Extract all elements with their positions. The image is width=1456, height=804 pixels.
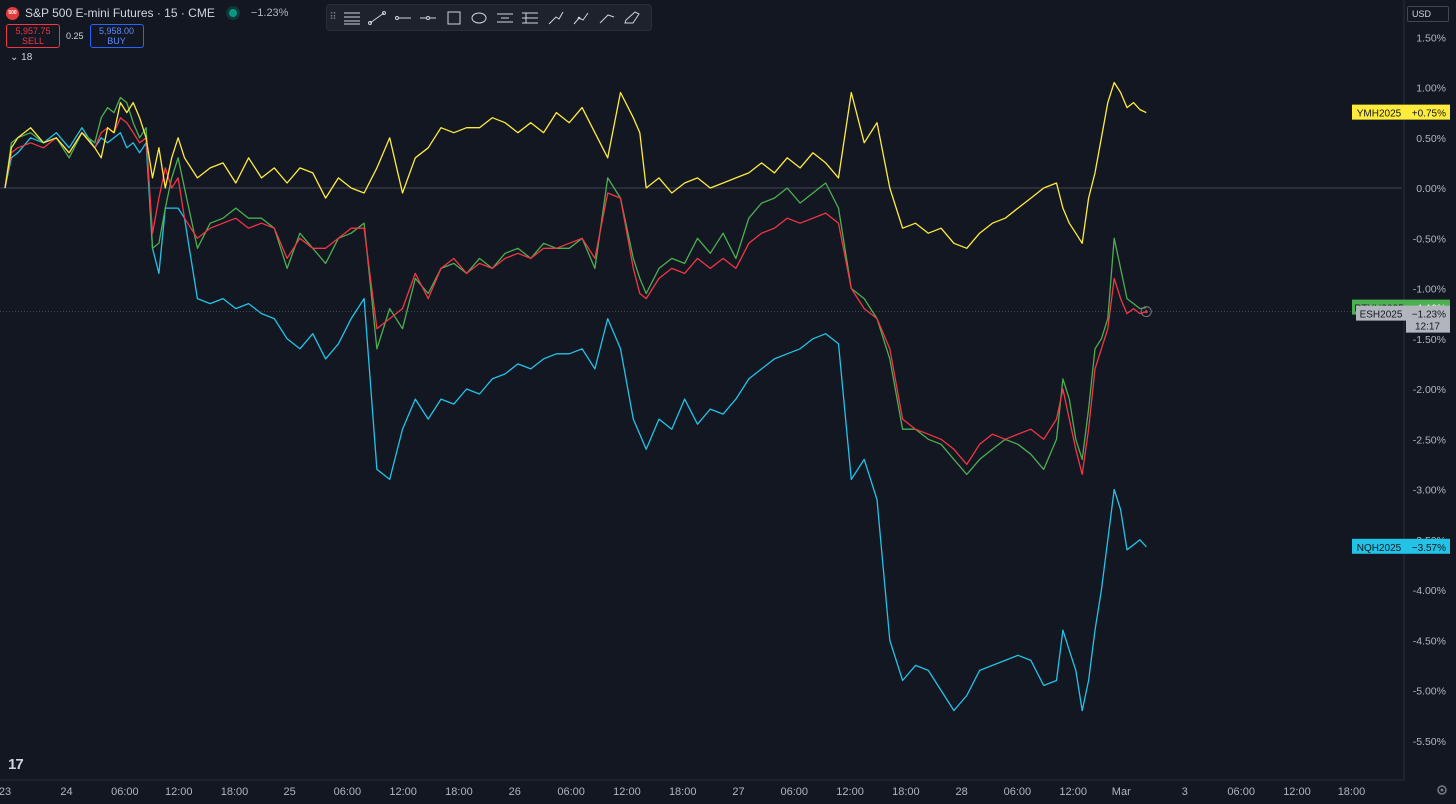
y-tick-label: 1.00%: [1416, 83, 1446, 95]
chart-canvas[interactable]: 1.50% 1.00% 0.50% 0.00% -0.50% -1.00% -1.50% -2…: [0, 0, 1456, 804]
x-tick-label: 12:00: [613, 786, 641, 798]
series-label-esh2025: ESH2025 −1.23%12:17: [1356, 305, 1450, 333]
y-tick-label: -4.00%: [1413, 585, 1446, 597]
spread-value: 0.25: [66, 31, 84, 41]
series-value-text: −3.57%: [1412, 543, 1446, 554]
y-tick-label: -0.50%: [1413, 233, 1446, 245]
x-tick-label: 24: [60, 786, 72, 798]
buy-price: 5,958.00: [99, 26, 135, 36]
series-time-text: 12:17: [1415, 322, 1440, 333]
x-axis: 23 24 06:00 12:00 18:00 25 06:00 12:00 18:00 26 06…: [0, 786, 1365, 798]
trend-line-icon[interactable]: [365, 5, 391, 30]
x-tick-label: 26: [509, 786, 521, 798]
currency-label: USD: [1412, 9, 1432, 19]
eraser-icon[interactable]: [620, 5, 646, 30]
sell-button[interactable]: 5,957.75 SELL: [6, 24, 60, 48]
series-line-esh2025: [4, 117, 1147, 476]
brush-icon[interactable]: [543, 5, 569, 30]
series-name-text: YMH2025: [1357, 109, 1402, 120]
x-tick-label: 18:00: [445, 786, 473, 798]
x-tick-label: 06:00: [557, 786, 585, 798]
x-tick-label: 18:00: [1338, 786, 1366, 798]
x-tick-label: 18:00: [669, 786, 697, 798]
sell-label: SELL: [21, 36, 45, 46]
y-tick-label: 0.50%: [1416, 133, 1446, 145]
indicators-toggle[interactable]: ⌄ 18: [10, 52, 32, 63]
market-status-icon: [228, 9, 237, 17]
y-tick-label: -5.50%: [1413, 736, 1446, 748]
series-name-text: NQH2025: [1357, 543, 1402, 554]
x-tick-label: 27: [732, 786, 744, 798]
horizontal-line-icon[interactable]: [416, 5, 442, 30]
x-tick-label: 12:00: [165, 786, 193, 798]
series-line-nqh2025: [4, 127, 1147, 712]
y-tick-label: -2.00%: [1413, 384, 1446, 396]
series-name-text: ESH2025: [1360, 310, 1403, 321]
y-tick-label: -1.00%: [1413, 284, 1446, 296]
series-value-text: +0.75%: [1412, 109, 1446, 120]
polyline-icon[interactable]: [594, 5, 620, 30]
x-tick-label: 18:00: [221, 786, 249, 798]
x-tick-label: 12:00: [1283, 786, 1311, 798]
path-icon[interactable]: [569, 5, 595, 30]
pitchfork-icon[interactable]: [518, 5, 544, 30]
horizontal-lines-icon[interactable]: [339, 5, 365, 30]
rectangle-icon[interactable]: [441, 5, 467, 30]
y-tick-label: 1.50%: [1416, 32, 1446, 44]
sell-price: 5,957.75: [15, 26, 51, 36]
x-tick-label: 12:00: [836, 786, 864, 798]
parallel-channel-icon[interactable]: [492, 5, 518, 30]
ellipse-icon[interactable]: [467, 5, 493, 30]
x-tick-label: 23: [0, 786, 11, 798]
x-tick-label: 06:00: [111, 786, 139, 798]
series-value-text: −1.23%: [1412, 310, 1446, 321]
x-tick-label: 28: [956, 786, 968, 798]
x-tick-label: Mar: [1112, 786, 1131, 798]
series-label-ymh2025: YMH2025 +0.75%: [1352, 104, 1450, 120]
x-tick-label: 12:00: [389, 786, 417, 798]
y-tick-label: -3.00%: [1413, 485, 1446, 497]
buy-button[interactable]: 5,958.00 BUY: [89, 24, 144, 48]
chart-title[interactable]: S&P 500 E-mini Futures · 15 · CME: [25, 6, 215, 20]
x-tick-label: 3: [1182, 786, 1188, 798]
grid: [0, 0, 1405, 781]
x-tick-label: 06:00: [1004, 786, 1032, 798]
drawing-toolbar: ⠿: [326, 4, 652, 31]
gear-icon[interactable]: [1436, 783, 1448, 801]
indicator-count: 18: [21, 52, 33, 63]
last-point-dot: [1144, 310, 1148, 314]
y-tick-label: -5.00%: [1413, 686, 1446, 698]
series-line-rtyh2025: [4, 96, 1147, 476]
currency-selector[interactable]: USD: [1407, 6, 1449, 22]
y-tick-label: -1.50%: [1413, 334, 1446, 346]
drag-grip-icon[interactable]: ⠿: [327, 12, 339, 23]
y-tick-label: 0.00%: [1416, 183, 1446, 195]
symbol-logo: 500: [6, 6, 19, 20]
header-change: −1.23%: [250, 7, 289, 19]
x-tick-label: 06:00: [334, 786, 362, 798]
horizontal-ray-icon[interactable]: [390, 5, 416, 30]
x-tick-label: 06:00: [1227, 786, 1255, 798]
y-axis: 1.50% 1.00% 0.50% 0.00% -0.50% -1.00% -1.50% -2…: [1413, 32, 1446, 748]
buy-label: BUY: [107, 36, 126, 46]
chart-header: 500 S&P 500 E-mini Futures · 15 · CME −1…: [6, 6, 288, 20]
x-tick-label: 12:00: [1059, 786, 1087, 798]
series-label-nqh2025: NQH2025 −3.57%: [1352, 538, 1450, 554]
x-tick-label: 25: [284, 786, 296, 798]
chevron-down-icon: ⌄: [10, 52, 19, 63]
y-tick-label: -2.50%: [1413, 434, 1446, 446]
trade-panel: 5,957.75 SELL 0.25 5,958.00 BUY: [6, 24, 144, 48]
y-tick-label: -4.50%: [1413, 635, 1446, 647]
series-lines: [0, 81, 1404, 712]
x-tick-label: 06:00: [781, 786, 809, 798]
x-tick-label: 18:00: [892, 786, 920, 798]
tradingview-logo[interactable]: 17: [8, 756, 24, 773]
